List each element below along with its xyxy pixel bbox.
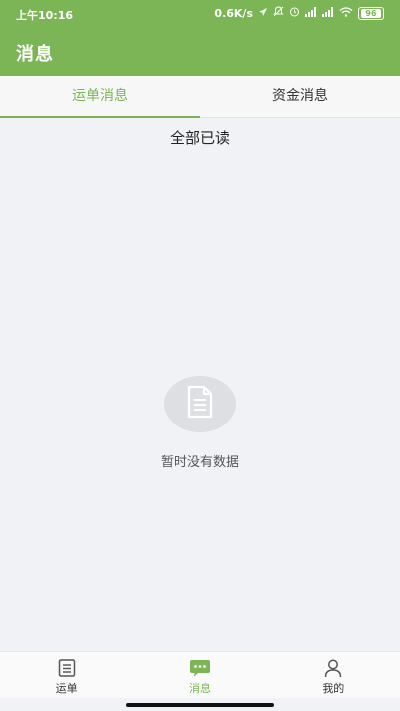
status-icons: 0.6K/s 96 [214,6,384,20]
mute-icon [273,6,284,20]
app-header: 上午10:16 0.6K/s 96 消息 [0,0,400,76]
wifi-icon [339,6,353,20]
message-icon [189,658,211,678]
nav-label-messages: 消息 [188,682,211,695]
signal-icon [305,6,317,20]
nav-item-messages[interactable]: 消息 [133,652,266,698]
navigation-icon [258,7,268,20]
status-time: 上午10:16 [16,9,74,22]
mark-all-read-button[interactable]: 全部已读 [0,127,400,148]
page-title: 消息 [16,44,54,65]
empty-state-icon-wrap [164,376,236,432]
waybill-icon [57,658,77,678]
message-tabs: 运单消息 资金消息 [0,76,400,118]
alarm-icon [289,6,300,20]
network-speed: 0.6K/s [214,6,253,20]
nav-label-profile: 我的 [322,682,345,695]
bottom-nav: 运单 消息 我的 [0,651,400,698]
empty-state-text: 暂时没有数据 [160,455,239,470]
document-icon [185,385,215,423]
tab-fund-messages[interactable]: 资金消息 [200,76,400,117]
battery-level: 96 [361,8,381,18]
home-indicator[interactable] [126,703,274,707]
status-bar: 上午10:16 0.6K/s 96 [0,0,400,28]
tab-waybill-messages[interactable]: 运单消息 [0,76,200,118]
nav-label-waybill: 运单 [55,682,78,695]
nav-item-profile[interactable]: 我的 [267,652,400,698]
signal-icon [322,6,334,20]
user-icon [323,658,343,678]
battery-icon: 96 [358,6,384,20]
nav-item-waybill[interactable]: 运单 [0,652,133,698]
